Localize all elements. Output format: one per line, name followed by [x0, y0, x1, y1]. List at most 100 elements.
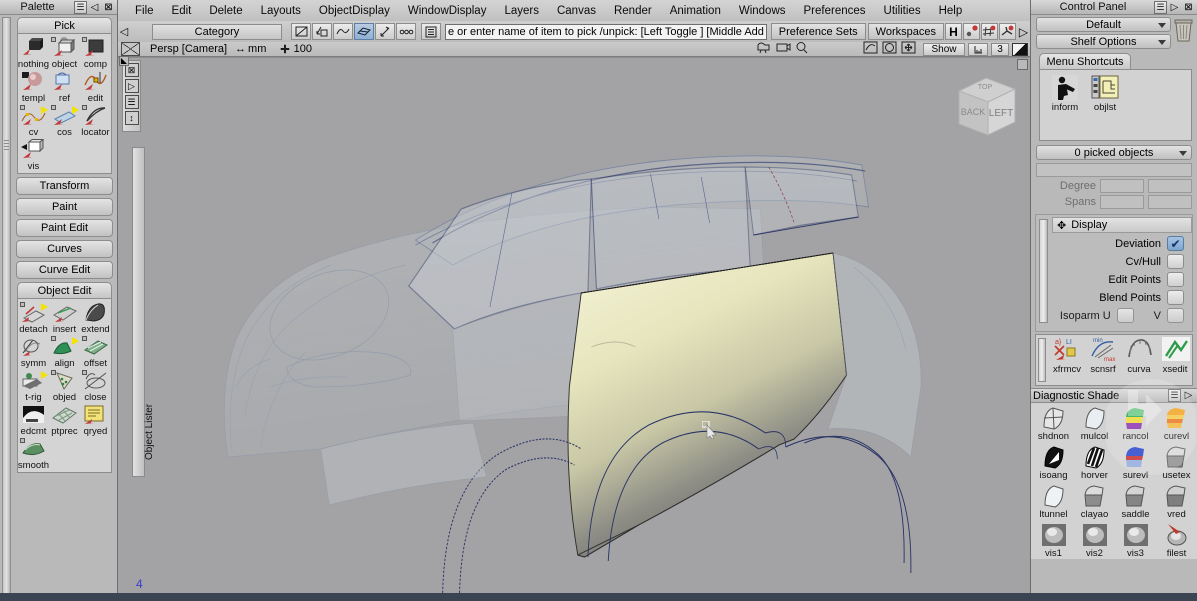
- tool-detach[interactable]: detach: [18, 301, 49, 335]
- workspaces-button[interactable]: Workspaces: [867, 23, 944, 40]
- tool-edcmt[interactable]: edcmt: [18, 403, 49, 437]
- shelf-options-dropdown[interactable]: Shelf Options: [1036, 34, 1171, 49]
- viewport-resize-icon[interactable]: ↕: [124, 111, 139, 125]
- tool-pick-cos[interactable]: cos: [49, 104, 80, 138]
- menu-layouts[interactable]: Layouts: [252, 3, 310, 19]
- diag-saddle[interactable]: saddle: [1115, 481, 1156, 520]
- tool-pick-comp[interactable]: comp: [80, 36, 111, 70]
- menu-objectdisplay[interactable]: ObjectDisplay: [310, 3, 399, 19]
- tool-pick-vis[interactable]: vis: [18, 138, 49, 172]
- control-panel-expand-icon[interactable]: ▷: [1168, 1, 1181, 14]
- view-window-icon[interactable]: [121, 42, 140, 56]
- diag-shdnon[interactable]: shdnon: [1033, 403, 1074, 442]
- palette-section-transform[interactable]: Transform: [16, 177, 113, 195]
- tool-symm[interactable]: symm: [18, 335, 49, 369]
- tool-pick-edit[interactable]: edit: [80, 70, 111, 104]
- palette-scroll-grip[interactable]: [4, 140, 9, 150]
- control-panel-close-icon[interactable]: ⊠: [1182, 1, 1195, 14]
- isoparm-u-checkbox[interactable]: [1116, 308, 1134, 323]
- grid-snap-icon[interactable]: [312, 23, 332, 40]
- tool-pick-templ[interactable]: templ: [18, 70, 49, 104]
- control-panel-menu-icon[interactable]: ☰: [1154, 0, 1167, 14]
- diag-rancol[interactable]: rancol: [1115, 403, 1156, 442]
- tool-pick-nothing[interactable]: nothing: [18, 36, 49, 70]
- tool-shelf-scrollbar[interactable]: [1038, 338, 1046, 382]
- view-cube[interactable]: TOP BACK LEFT: [943, 69, 1029, 149]
- diag-vis3[interactable]: vis3: [1115, 520, 1156, 559]
- palette-section-curve-edit[interactable]: Curve Edit: [16, 261, 113, 279]
- tool-xsedit[interactable]: xsedit: [1158, 336, 1192, 385]
- prompt-input[interactable]: e or enter name of item to pick /unpick:…: [445, 23, 767, 40]
- camera-lock-icon[interactable]: [776, 41, 791, 57]
- tool-curva[interactable]: curva: [1122, 336, 1156, 385]
- viewport-list-icon[interactable]: ☰: [124, 95, 139, 109]
- tool-pick-locator[interactable]: locator: [80, 104, 111, 138]
- menu-canvas[interactable]: Canvas: [548, 3, 605, 19]
- layout-h-icon[interactable]: H: [945, 23, 962, 40]
- viewport-resize-nub[interactable]: ◣: [119, 56, 129, 66]
- menu-help[interactable]: Help: [930, 3, 972, 19]
- tool-extend[interactable]: extend: [80, 301, 111, 335]
- menu-preferences[interactable]: Preferences: [795, 3, 875, 19]
- fit-view-icon[interactable]: [882, 41, 898, 57]
- tab-menu-shortcuts[interactable]: Menu Shortcuts: [1039, 53, 1131, 69]
- zoom-magnifier-icon[interactable]: [795, 41, 809, 57]
- prompt-back-icon[interactable]: ◁: [118, 25, 130, 38]
- palette-section-curves[interactable]: Curves: [16, 240, 113, 258]
- diag-vis1[interactable]: vis1: [1033, 520, 1074, 559]
- diag-surevl[interactable]: surevl: [1115, 442, 1156, 481]
- tool-close[interactable]: close: [80, 369, 111, 403]
- object-name-field[interactable]: [1036, 163, 1192, 177]
- tool-smooth[interactable]: smooth: [18, 437, 49, 471]
- construction-plane-icon[interactable]: [963, 23, 980, 40]
- picked-objects-dropdown[interactable]: 0 picked objects: [1036, 145, 1192, 160]
- palette-close-icon[interactable]: ⊠: [102, 1, 115, 14]
- degree-u-field[interactable]: [1100, 179, 1144, 193]
- menu-edit[interactable]: Edit: [163, 3, 201, 19]
- category-dropdown[interactable]: Category: [152, 23, 282, 40]
- surface-snap-icon[interactable]: [354, 23, 374, 40]
- curve-snap-icon[interactable]: [333, 23, 353, 40]
- light-toggle-icon[interactable]: [999, 23, 1016, 40]
- viewport-expand-icon[interactable]: ▷: [124, 79, 139, 93]
- preference-sets-button[interactable]: Preference Sets: [770, 23, 866, 40]
- viewport-corner-handle[interactable]: [1017, 59, 1028, 70]
- diag-vred[interactable]: vred: [1156, 481, 1197, 520]
- construction-history-icon[interactable]: [396, 23, 416, 40]
- menu-windowdisplay[interactable]: WindowDisplay: [399, 3, 496, 19]
- menu-utilities[interactable]: Utilities: [875, 3, 930, 19]
- expand-arrow-icon[interactable]: ▷: [1182, 389, 1195, 402]
- tool-scnsrf[interactable]: min max scnsrf: [1086, 336, 1120, 385]
- expand-arrow-icon[interactable]: ▷: [1017, 25, 1030, 39]
- color-swatch[interactable]: [1012, 42, 1028, 56]
- palette-section-paint-edit[interactable]: Paint Edit: [16, 219, 113, 237]
- spans-v-field[interactable]: [1148, 195, 1192, 209]
- deviation-checkbox[interactable]: ✔: [1167, 236, 1184, 251]
- tool-xfrmcv[interactable]: a} LI xfrmcv: [1050, 336, 1084, 385]
- show-button[interactable]: Show: [923, 42, 965, 56]
- layer-count[interactable]: 3: [991, 42, 1009, 56]
- isoparm-v-checkbox[interactable]: [1167, 308, 1184, 323]
- menu-layers[interactable]: Layers: [495, 3, 548, 19]
- pan-icon[interactable]: [901, 41, 917, 57]
- palette-menu-icon[interactable]: ☰: [74, 0, 87, 14]
- menu-delete[interactable]: Delete: [200, 3, 251, 19]
- tool-insert[interactable]: insert: [49, 301, 80, 335]
- diag-usetex[interactable]: usetex: [1156, 442, 1197, 481]
- blend-points-checkbox[interactable]: [1167, 290, 1184, 305]
- perspective-viewport[interactable]: TOP BACK LEFT ⊠ ▷ ☰ ↕ Object Lister 4: [118, 57, 1030, 593]
- cv-hull-checkbox[interactable]: [1167, 254, 1184, 269]
- menu-render[interactable]: Render: [605, 3, 661, 19]
- palette-collapse-icon[interactable]: ◁: [88, 1, 101, 14]
- diag-ltunnel[interactable]: ltunnel: [1033, 481, 1074, 520]
- orbit-icon[interactable]: [863, 41, 879, 57]
- ruler-icon[interactable]: [968, 42, 988, 56]
- menu-windows[interactable]: Windows: [730, 3, 795, 19]
- palette-tab-object-edit[interactable]: Object Edit: [17, 282, 112, 299]
- palette-scrollbar[interactable]: [2, 17, 11, 599]
- trash-icon[interactable]: [1174, 18, 1193, 42]
- diag-vis2[interactable]: vis2: [1074, 520, 1115, 559]
- tool-pick-object[interactable]: object: [49, 36, 80, 70]
- tool-pick-ref[interactable]: ref: [49, 70, 80, 104]
- no-snap-icon[interactable]: [291, 23, 311, 40]
